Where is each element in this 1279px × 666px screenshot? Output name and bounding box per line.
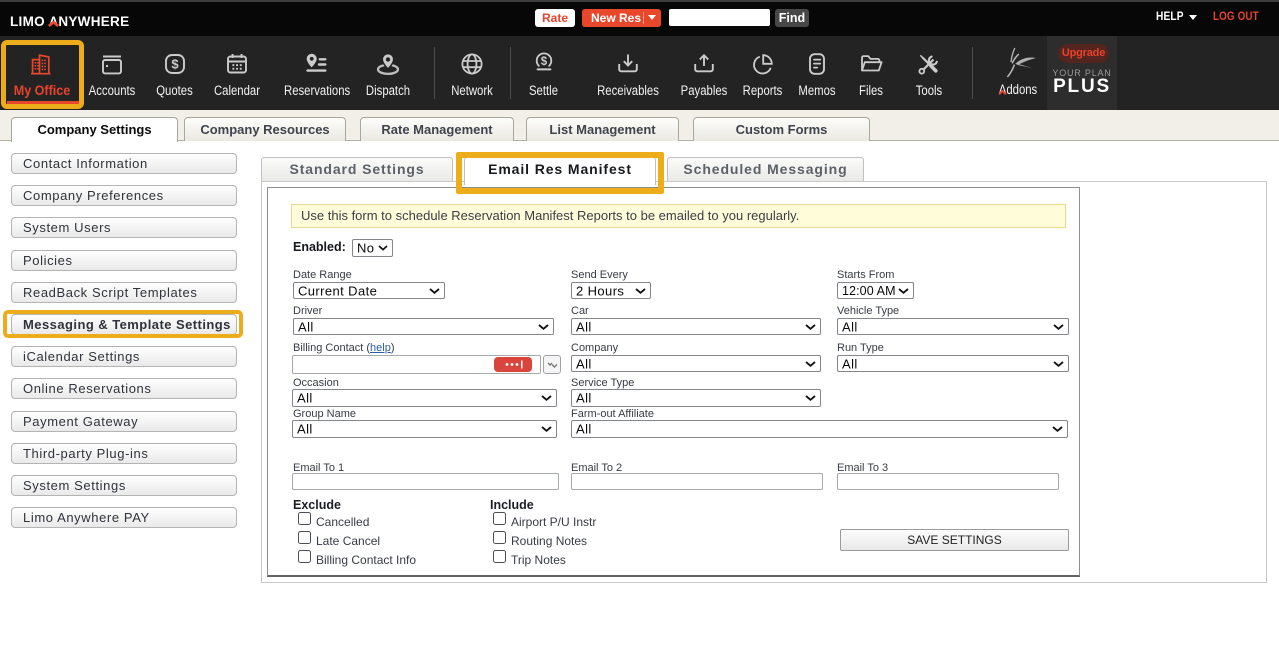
svg-text:$: $ xyxy=(540,56,547,68)
svg-text:$: $ xyxy=(171,57,179,72)
